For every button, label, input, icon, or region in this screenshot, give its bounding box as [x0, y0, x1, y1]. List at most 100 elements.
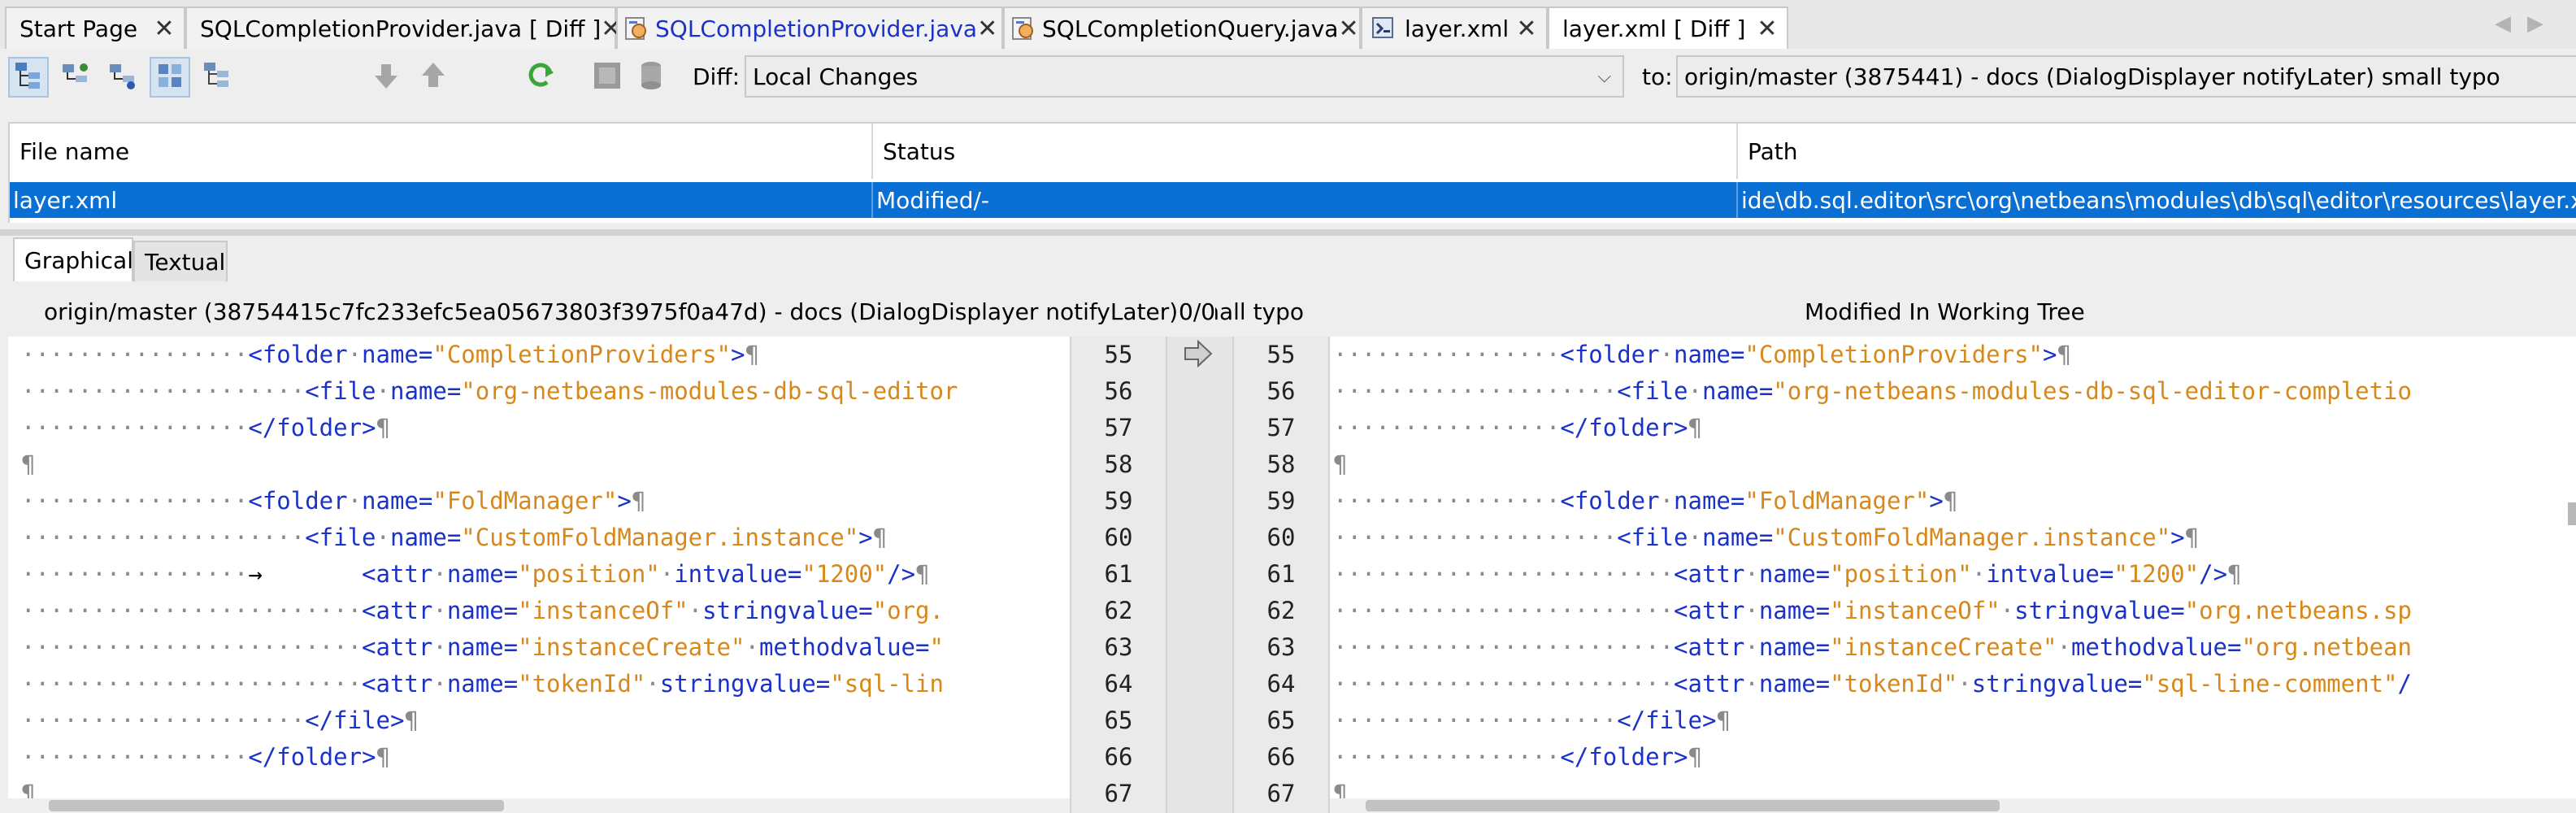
java-file-icon [1011, 14, 1036, 43]
export-diff-button[interactable] [587, 57, 628, 98]
list-view-icon [154, 59, 186, 95]
left-code-pane[interactable]: ················<folder·name="Completion… [8, 337, 1070, 813]
refresh-icon [524, 59, 557, 95]
commit-button[interactable] [631, 57, 671, 98]
diff-target-select[interactable]: origin/master (3875441) - docs (DialogDi… [1676, 55, 2576, 98]
all-changes-button[interactable] [8, 57, 49, 98]
line-number: 57 [1104, 414, 1133, 441]
close-icon[interactable]: ✕ [1512, 15, 1541, 43]
export-icon [591, 59, 623, 95]
database-icon [635, 59, 667, 95]
diff-connector-strip [1167, 337, 1232, 813]
tab-label: SQLCompletionQuery.java [1042, 15, 1339, 42]
path-cell: ide\db.sql.editor\src\org\netbeans\modul… [1741, 186, 2576, 214]
tab-sqlcompletionquery-java[interactable]: SQLCompletionQuery.java ✕ [1003, 7, 1361, 49]
tab-layer-xml[interactable]: layer.xml ✕ [1361, 7, 1548, 49]
right-line-numbers: 55 56 57 58 59 60 61 62 63 64 65 66 67 [1232, 337, 1330, 813]
close-icon[interactable]: ✕ [1338, 15, 1358, 43]
right-scroll-thumb[interactable] [1366, 800, 2000, 811]
previous-difference-button[interactable] [413, 57, 454, 98]
line-number: 64 [1104, 670, 1133, 698]
merge-arrow-icon[interactable] [1182, 339, 1214, 371]
line-number: 57 [1266, 414, 1296, 441]
java-file-icon [624, 14, 649, 43]
line-number: 60 [1104, 524, 1133, 551]
diff-source-value: Local Changes [753, 63, 919, 90]
status-cell: Modified/- [873, 182, 1738, 218]
line-number: 65 [1104, 706, 1133, 734]
close-icon[interactable]: ✕ [1753, 15, 1782, 43]
line-number: 61 [1104, 560, 1133, 588]
line-number: 62 [1104, 597, 1133, 624]
column-header-status[interactable]: Status [873, 124, 1738, 179]
tree-local-icon [59, 59, 92, 95]
chevron-down-icon: ⌵ [1597, 67, 1611, 87]
tab-label: SQLCompletionProvider.java [655, 15, 978, 42]
line-number: 58 [1104, 450, 1133, 478]
diff-source-select[interactable]: Local Changes ⌵ [745, 55, 1624, 98]
line-number: 67 [1266, 780, 1296, 807]
tab-label: Start Page [20, 15, 138, 42]
file-name-cell: layer.xml [10, 182, 873, 218]
close-icon[interactable]: ✕ [150, 15, 179, 43]
difference-counter: 0/0 [1179, 286, 1216, 337]
diff-label: Diff: [693, 63, 741, 90]
line-number: 62 [1266, 597, 1296, 624]
column-header-path[interactable]: Path [1738, 124, 2576, 179]
tree-list-button[interactable] [197, 57, 237, 98]
vertical-scroll-marker[interactable] [2568, 502, 2576, 525]
left-line-numbers: 55 56 57 58 59 60 61 62 63 64 65 66 67 [1070, 337, 1167, 813]
tab-graphical[interactable]: Graphical [13, 237, 133, 281]
line-number: 64 [1266, 670, 1296, 698]
tab-label: layer.xml [1405, 15, 1510, 42]
line-number: 56 [1266, 377, 1296, 405]
tab-start-page[interactable]: Start Page ✕ [5, 7, 185, 49]
refresh-button[interactable] [520, 57, 561, 98]
arrow-down-icon [370, 59, 402, 95]
to-label: to: [1642, 63, 1673, 90]
tree-remote-icon [106, 59, 139, 95]
line-number: 66 [1104, 743, 1133, 771]
tab-textual[interactable]: Textual [133, 241, 228, 281]
files-table: File name Status Path layer.xml Modified… [8, 122, 2576, 223]
diff-target-value: origin/master (3875441) - docs (DialogDi… [1684, 63, 2500, 90]
line-number: 56 [1104, 377, 1133, 405]
line-number: 63 [1104, 633, 1133, 661]
tab-scroll-arrows[interactable]: ◀▶ [2495, 11, 2560, 36]
panel-splitter[interactable] [0, 229, 2576, 236]
close-icon[interactable]: ✕ [977, 15, 997, 43]
tab-label: SQLCompletionProvider.java [ Diff ] [200, 15, 602, 42]
arrow-up-icon [417, 59, 450, 95]
line-number: 61 [1266, 560, 1296, 588]
column-header-file-name[interactable]: File name [10, 124, 873, 179]
left-code: ················<folder·name="Completion… [21, 341, 958, 807]
hierarchy-icon [201, 59, 233, 95]
right-code: ················<folder·name="Completion… [1333, 341, 2412, 807]
line-number: 65 [1266, 706, 1296, 734]
next-difference-button[interactable] [366, 57, 406, 98]
right-code-pane[interactable]: ················<folder·name="Completion… [1330, 337, 2576, 813]
xml-layer-icon [1369, 14, 1398, 43]
tab-sqlcompletionprovider-java[interactable]: SQLCompletionProvider.java ✕ [616, 7, 1003, 49]
line-number: 59 [1266, 487, 1296, 515]
remote-changes-button[interactable] [102, 57, 143, 98]
editor-tab-bar: Start Page ✕ SQLCompletionProvider.java … [0, 0, 2576, 50]
line-number: 59 [1104, 487, 1133, 515]
tab-layer-xml-diff[interactable]: layer.xml [ Diff ] ✕ [1548, 7, 1788, 49]
right-pane-title: Modified In Working Tree [1805, 286, 2085, 337]
tree-view-icon [12, 59, 45, 95]
line-number: 55 [1104, 341, 1133, 368]
line-number: 63 [1266, 633, 1296, 661]
line-number: 67 [1104, 780, 1133, 807]
diff-toolbar: Diff: Local Changes ⌵ to: origin/master … [0, 49, 2576, 107]
left-scroll-thumb[interactable] [49, 800, 504, 811]
line-number: 58 [1266, 450, 1296, 478]
line-number: 66 [1266, 743, 1296, 771]
left-pane-title: origin/master (38754415c7fc233efc5ea0567… [44, 286, 1305, 337]
list-view-button[interactable] [150, 57, 190, 98]
line-number: 55 [1266, 341, 1296, 368]
table-row[interactable]: layer.xml Modified/- ide\db.sql.editor\s… [10, 182, 2576, 218]
local-changes-button[interactable] [55, 57, 96, 98]
tab-label: layer.xml [ Diff ] [1562, 15, 1746, 42]
tab-sqlcompletionprovider-diff[interactable]: SQLCompletionProvider.java [ Diff ] ✕ [185, 7, 621, 49]
